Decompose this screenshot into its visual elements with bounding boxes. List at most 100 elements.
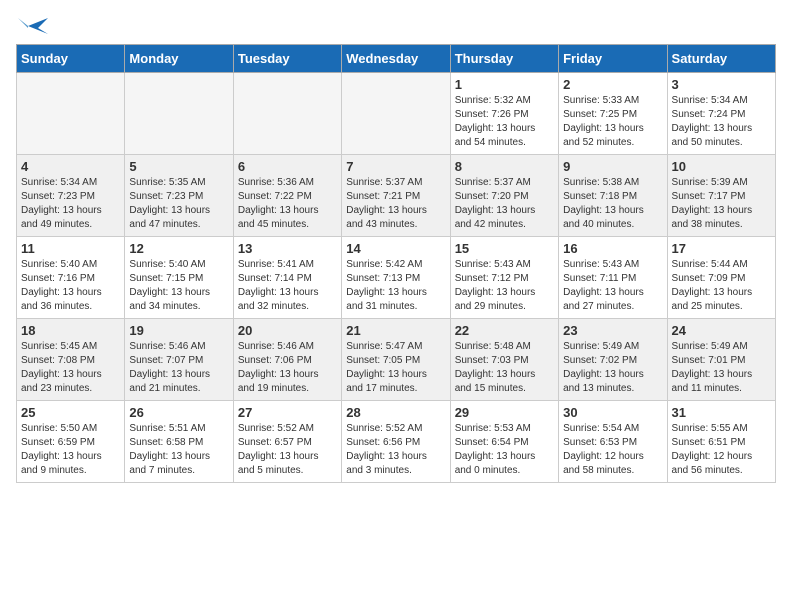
day-number: 2 — [563, 77, 662, 92]
day-number: 28 — [346, 405, 445, 420]
day-info: Sunrise: 5:34 AM Sunset: 7:23 PM Dayligh… — [21, 176, 120, 232]
calendar-cell: 21Sunrise: 5:47 AM Sunset: 7:05 PM Dayli… — [342, 319, 450, 401]
calendar-cell: 17Sunrise: 5:44 AM Sunset: 7:09 PM Dayli… — [667, 237, 775, 319]
day-number: 16 — [563, 241, 662, 256]
day-info: Sunrise: 5:52 AM Sunset: 6:57 PM Dayligh… — [238, 422, 337, 478]
day-info: Sunrise: 5:50 AM Sunset: 6:59 PM Dayligh… — [21, 422, 120, 478]
calendar-cell: 8Sunrise: 5:37 AM Sunset: 7:20 PM Daylig… — [450, 155, 558, 237]
day-number: 13 — [238, 241, 337, 256]
day-info: Sunrise: 5:54 AM Sunset: 6:53 PM Dayligh… — [563, 422, 662, 478]
day-number: 25 — [21, 405, 120, 420]
day-info: Sunrise: 5:39 AM Sunset: 7:17 PM Dayligh… — [672, 176, 771, 232]
day-number: 6 — [238, 159, 337, 174]
calendar-cell: 26 Sunrise: 5:51 AM Sunset: 6:58 PM Dayli… — [125, 401, 233, 483]
calendar-cell: 27 Sunrise: 5:52 AM Sunset: 6:57 PM Dayli… — [233, 401, 341, 483]
day-number: 17 — [672, 241, 771, 256]
day-info: Sunrise: 5:49 AM Sunset: 7:01 PM Dayligh… — [672, 340, 771, 396]
day-info: Sunrise: 5:43 AM Sunset: 7:12 PM Dayligh… — [455, 258, 554, 314]
day-info: Sunrise: 5:40 AM Sunset: 7:16 PM Dayligh… — [21, 258, 120, 314]
calendar-cell: 24 Sunrise: 5:49 AM Sunset: 7:01 PM Dayli… — [667, 319, 775, 401]
column-header-wednesday: Wednesday — [342, 45, 450, 73]
day-number: 12 — [129, 241, 228, 256]
calendar-cell — [233, 73, 341, 155]
calendar-cell: 5 Sunrise: 5:35 AM Sunset: 7:23 PM Daylig… — [125, 155, 233, 237]
calendar-cell — [125, 73, 233, 155]
calendar-header-row: SundayMondayTuesdayWednesdayThursdayFrid… — [17, 45, 776, 73]
day-info: Sunrise: 5:41 AM Sunset: 7:14 PM Dayligh… — [238, 258, 337, 314]
day-number: 21 — [346, 323, 445, 338]
logo — [16, 16, 48, 36]
calendar-week-row: 11 Sunrise: 5:40 AM Sunset: 7:16 PM Dayli… — [17, 237, 776, 319]
day-number: 24 — [672, 323, 771, 338]
day-info: Sunrise: 5:42 AM Sunset: 7:13 PM Dayligh… — [346, 258, 445, 314]
day-info: Sunrise: 5:48 AM Sunset: 7:03 PM Dayligh… — [455, 340, 554, 396]
calendar-cell: 29 Sunrise: 5:53 AM Sunset: 6:54 PM Dayli… — [450, 401, 558, 483]
calendar-cell: 6 Sunrise: 5:36 AM Sunset: 7:22 PM Daylig… — [233, 155, 341, 237]
day-info: Sunrise: 5:37 AM Sunset: 7:21 PM Dayligh… — [346, 176, 445, 232]
page-header — [16, 16, 776, 36]
day-info: Sunrise: 5:52 AM Sunset: 6:56 PM Dayligh… — [346, 422, 445, 478]
logo-bird-icon — [18, 16, 48, 36]
day-number: 19 — [129, 323, 228, 338]
calendar-cell: 23Sunrise: 5:49 AM Sunset: 7:02 PM Dayli… — [559, 319, 667, 401]
column-header-friday: Friday — [559, 45, 667, 73]
day-info: Sunrise: 5:45 AM Sunset: 7:08 PM Dayligh… — [21, 340, 120, 396]
day-number: 29 — [455, 405, 554, 420]
day-info: Sunrise: 5:46 AM Sunset: 7:06 PM Dayligh… — [238, 340, 337, 396]
calendar-cell — [17, 73, 125, 155]
day-info: Sunrise: 5:46 AM Sunset: 7:07 PM Dayligh… — [129, 340, 228, 396]
day-info: Sunrise: 5:53 AM Sunset: 6:54 PM Dayligh… — [455, 422, 554, 478]
day-number: 10 — [672, 159, 771, 174]
day-info: Sunrise: 5:36 AM Sunset: 7:22 PM Dayligh… — [238, 176, 337, 232]
calendar-cell: 13 Sunrise: 5:41 AM Sunset: 7:14 PM Dayli… — [233, 237, 341, 319]
day-info: Sunrise: 5:33 AM Sunset: 7:25 PM Dayligh… — [563, 94, 662, 150]
day-number: 4 — [21, 159, 120, 174]
day-number: 8 — [455, 159, 554, 174]
calendar-week-row: 25 Sunrise: 5:50 AM Sunset: 6:59 PM Dayli… — [17, 401, 776, 483]
day-info: Sunrise: 5:32 AM Sunset: 7:26 PM Dayligh… — [455, 94, 554, 150]
day-info: Sunrise: 5:35 AM Sunset: 7:23 PM Dayligh… — [129, 176, 228, 232]
day-number: 18 — [21, 323, 120, 338]
day-number: 27 — [238, 405, 337, 420]
calendar-cell: 4 Sunrise: 5:34 AM Sunset: 7:23 PM Daylig… — [17, 155, 125, 237]
calendar-cell: 22 Sunrise: 5:48 AM Sunset: 7:03 PM Dayli… — [450, 319, 558, 401]
day-info: Sunrise: 5:34 AM Sunset: 7:24 PM Dayligh… — [672, 94, 771, 150]
day-number: 1 — [455, 77, 554, 92]
calendar-cell: 11 Sunrise: 5:40 AM Sunset: 7:16 PM Dayli… — [17, 237, 125, 319]
column-header-sunday: Sunday — [17, 45, 125, 73]
calendar-cell: 2 Sunrise: 5:33 AM Sunset: 7:25 PM Daylig… — [559, 73, 667, 155]
day-number: 26 — [129, 405, 228, 420]
day-info: Sunrise: 5:55 AM Sunset: 6:51 PM Dayligh… — [672, 422, 771, 478]
day-number: 20 — [238, 323, 337, 338]
day-number: 5 — [129, 159, 228, 174]
calendar-cell: 20 Sunrise: 5:46 AM Sunset: 7:06 PM Dayli… — [233, 319, 341, 401]
calendar-cell: 25 Sunrise: 5:50 AM Sunset: 6:59 PM Dayli… — [17, 401, 125, 483]
column-header-thursday: Thursday — [450, 45, 558, 73]
calendar-cell: 12 Sunrise: 5:40 AM Sunset: 7:15 PM Dayli… — [125, 237, 233, 319]
day-info: Sunrise: 5:40 AM Sunset: 7:15 PM Dayligh… — [129, 258, 228, 314]
calendar-cell: 3 Sunrise: 5:34 AM Sunset: 7:24 PM Daylig… — [667, 73, 775, 155]
day-info: Sunrise: 5:49 AM Sunset: 7:02 PM Dayligh… — [563, 340, 662, 396]
calendar-cell: 15Sunrise: 5:43 AM Sunset: 7:12 PM Dayli… — [450, 237, 558, 319]
day-number: 31 — [672, 405, 771, 420]
calendar-cell: 18 Sunrise: 5:45 AM Sunset: 7:08 PM Dayli… — [17, 319, 125, 401]
calendar-cell: 7Sunrise: 5:37 AM Sunset: 7:21 PM Daylig… — [342, 155, 450, 237]
calendar-week-row: 1 Sunrise: 5:32 AM Sunset: 7:26 PM Daylig… — [17, 73, 776, 155]
day-number: 22 — [455, 323, 554, 338]
calendar-cell: 19 Sunrise: 5:46 AM Sunset: 7:07 PM Dayli… — [125, 319, 233, 401]
day-number: 3 — [672, 77, 771, 92]
calendar-cell: 14Sunrise: 5:42 AM Sunset: 7:13 PM Dayli… — [342, 237, 450, 319]
calendar-cell: 9Sunrise: 5:38 AM Sunset: 7:18 PM Daylig… — [559, 155, 667, 237]
column-header-saturday: Saturday — [667, 45, 775, 73]
column-header-tuesday: Tuesday — [233, 45, 341, 73]
calendar-cell: 28 Sunrise: 5:52 AM Sunset: 6:56 PM Dayli… — [342, 401, 450, 483]
column-header-monday: Monday — [125, 45, 233, 73]
calendar-week-row: 18 Sunrise: 5:45 AM Sunset: 7:08 PM Dayli… — [17, 319, 776, 401]
day-number: 11 — [21, 241, 120, 256]
calendar-cell: 10 Sunrise: 5:39 AM Sunset: 7:17 PM Dayli… — [667, 155, 775, 237]
day-info: Sunrise: 5:43 AM Sunset: 7:11 PM Dayligh… — [563, 258, 662, 314]
calendar-week-row: 4 Sunrise: 5:34 AM Sunset: 7:23 PM Daylig… — [17, 155, 776, 237]
day-number: 30 — [563, 405, 662, 420]
calendar-cell — [342, 73, 450, 155]
day-info: Sunrise: 5:51 AM Sunset: 6:58 PM Dayligh… — [129, 422, 228, 478]
